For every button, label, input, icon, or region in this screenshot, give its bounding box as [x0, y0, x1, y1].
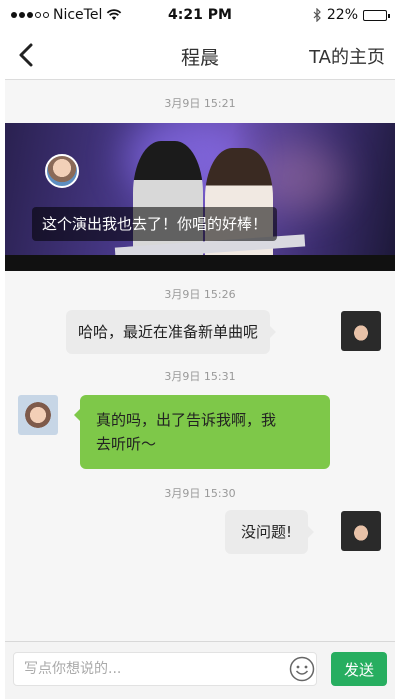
message-text: 哈哈，最近在准备新单曲呢 [78, 323, 259, 341]
battery-icon [363, 9, 390, 21]
bluetooth-icon [313, 8, 321, 22]
status-right: 22% [313, 7, 390, 23]
message-bubble-incoming[interactable]: 真的吗，出了告诉我啊，我 去听听～ [74, 395, 330, 469]
avatar[interactable] [341, 511, 381, 551]
photo-comment: 这个演出我也去了！你唱的好棒！ [32, 207, 278, 241]
send-button[interactable]: 发送 [331, 652, 387, 686]
nav-bar: 程晨 TA的主页 [5, 30, 395, 80]
message-bubble-outgoing[interactable]: 哈哈，最近在准备新单曲呢 [66, 310, 277, 354]
battery-percent: 22% [326, 7, 358, 23]
status-bar: NiceTel 4:21 PM 22% [5, 0, 395, 30]
message-text: 真的吗，出了告诉我啊，我 [96, 411, 277, 429]
avatar[interactable] [341, 311, 381, 351]
message-input[interactable] [13, 652, 317, 686]
message-bubble-outgoing[interactable]: 没问题! [225, 510, 315, 554]
performance-photo[interactable]: 这个演出我也去了！你唱的好棒！ [5, 123, 395, 271]
avatar[interactable] [18, 395, 58, 435]
message-text: 没问题! [241, 523, 293, 541]
message-text: 去听听～ [96, 435, 157, 453]
avatar[interactable] [45, 154, 79, 188]
message-timestamp: 3月9日 15:31 [164, 370, 236, 383]
message-timestamp: 3月9日 15:26 [164, 288, 236, 301]
smiley-icon[interactable] [289, 656, 315, 682]
message-list[interactable]: 3月9日 15:21 这个演出我也去了！你唱的好棒！ 3月9日 15:26 哈哈… [5, 81, 395, 641]
chat-screen: NiceTel 4:21 PM 22% 程晨 TA的主页 3月9日 15:21 … [5, 0, 395, 699]
input-bar: 发送 [5, 641, 395, 699]
message-timestamp: 3月9日 15:30 [164, 487, 236, 500]
message-timestamp: 3月9日 15:21 [164, 97, 236, 110]
profile-link[interactable]: TA的主页 [309, 43, 385, 69]
